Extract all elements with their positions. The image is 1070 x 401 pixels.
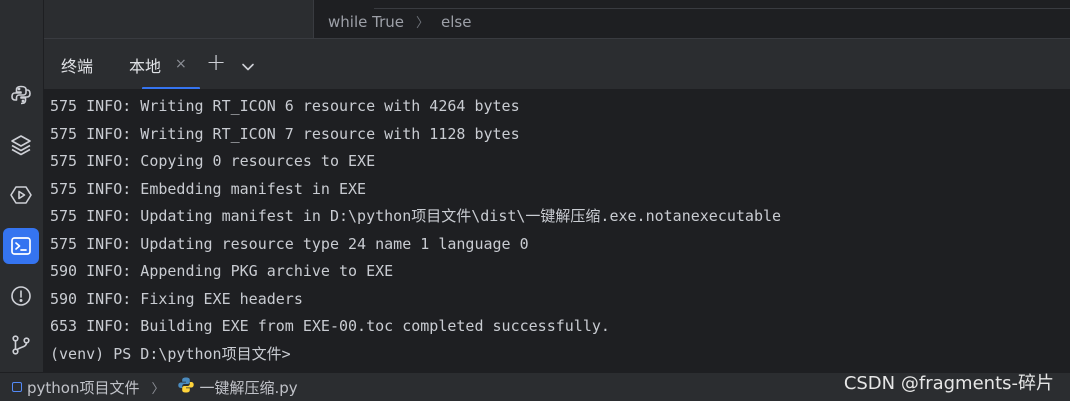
tab-local[interactable]: 本地 [129,53,161,77]
editor-area: while True 〉 else [44,0,1070,38]
terminal-line: 590 INFO: Fixing EXE headers [50,289,303,308]
terminal-tab-bar: 终端 本地 × + [44,38,1070,90]
python-file-icon [177,376,195,398]
terminal-line: 575 INFO: Updating manifest in D:\python… [50,207,782,225]
layers-icon[interactable] [3,127,39,163]
chevron-right-icon: 〉 [151,381,165,397]
chevron-down-icon[interactable] [241,57,255,76]
status-file[interactable]: 一键解压缩.py [200,377,298,398]
tab-terminal[interactable]: 终端 [61,53,93,77]
terminal-line: 575 INFO: Updating resource type 24 name… [50,234,529,253]
run-icon[interactable] [3,177,39,213]
chevron-right-icon: 〉 [415,16,429,31]
breadcrumb-item-else[interactable]: else [441,13,471,31]
breadcrumb: while True 〉 else [328,12,471,32]
python-console-icon[interactable] [3,77,39,113]
add-tab-icon[interactable]: + [206,48,226,76]
git-icon[interactable] [3,327,39,363]
terminal-line: 653 INFO: Building EXE from EXE-00.toc c… [50,317,610,335]
terminal-output[interactable]: 575 INFO: Writing RT_ICON 6 resource wit… [44,89,1070,372]
problems-icon[interactable] [3,278,39,314]
terminal-line: 575 INFO: Embedding manifest in EXE [50,179,367,198]
status-project[interactable]: python项目文件 [27,377,139,398]
terminal-line: 575 INFO: Copying 0 resources to EXE [50,152,376,170]
terminal-line: 575 INFO: Writing RT_ICON 7 resource wit… [50,124,520,143]
close-icon[interactable]: × [175,56,187,72]
editor-divider [374,0,1070,9]
terminal-line: 590 INFO: Appending PKG archive to EXE [50,262,394,280]
project-icon [12,382,22,392]
terminal-icon[interactable] [3,228,39,264]
tool-window-strip [0,0,44,372]
watermark: CSDN @fragments-碎片 [843,373,1054,394]
breadcrumb-item-while[interactable]: while True [328,13,404,31]
editor-gutter [44,0,314,38]
terminal-prompt[interactable]: (venv) PS D:\python项目文件> [50,341,1070,369]
terminal-line: 575 INFO: Writing RT_ICON 6 resource wit… [50,97,520,115]
